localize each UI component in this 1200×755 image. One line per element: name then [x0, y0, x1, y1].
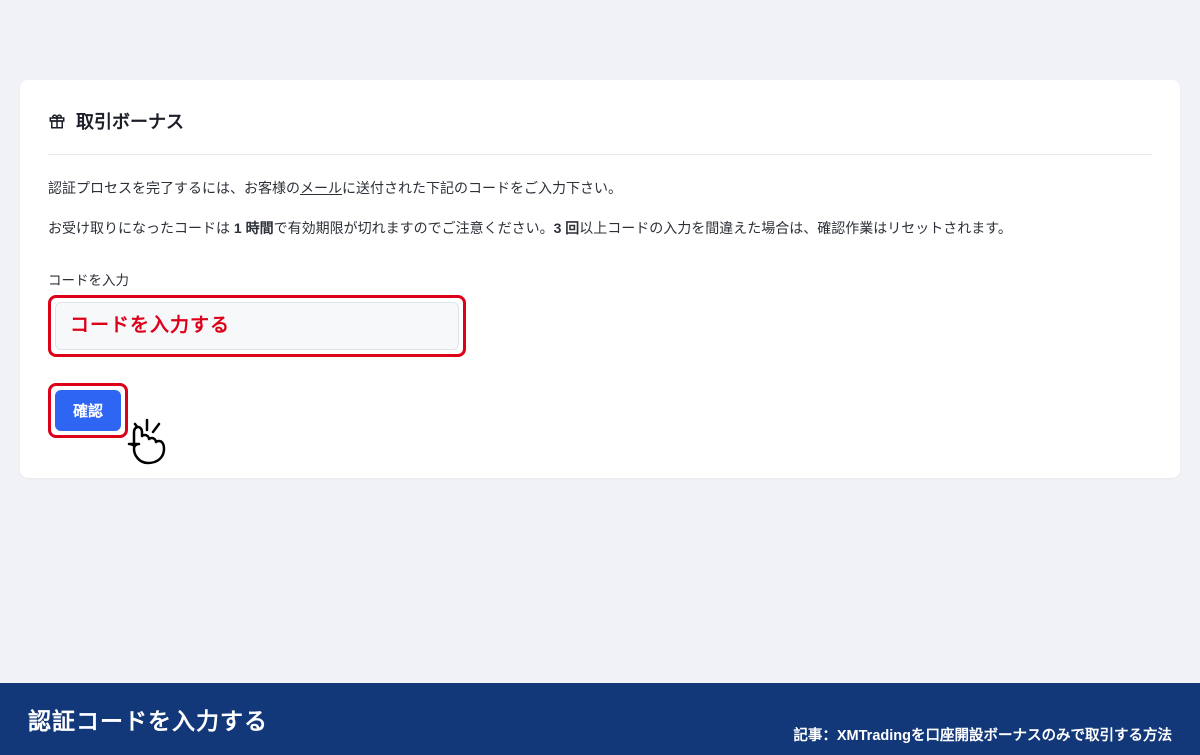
instruction-1-email: メール [300, 180, 342, 196]
code-input[interactable] [55, 302, 459, 350]
pointer-hand-icon [113, 410, 177, 474]
bonus-card: 取引ボーナス 認証プロセスを完了するには、お客様のメールに送付された下記のコード… [20, 80, 1180, 478]
confirm-button-highlight: 確認 [48, 383, 128, 438]
instruction-1-suffix: に送付された下記のコードをご入力下さい。 [342, 180, 622, 196]
instruction-1: 認証プロセスを完了するには、お客様のメールに送付された下記のコードをご入力下さい… [48, 177, 1152, 201]
code-input-highlight [48, 295, 466, 357]
instruction-2-b2: 3 回 [554, 220, 580, 236]
instruction-2: お受け取りになったコードは 1 時間で有効期限が切れますのでご注意ください。3 … [48, 217, 1152, 241]
instruction-2-p2: で有効期限が切れますのでご注意ください。 [274, 220, 554, 236]
footer-subtitle: 記事：XMTradingを口座開設ボーナスのみで取引する方法 [793, 724, 1172, 755]
instruction-2-p1: お受け取りになったコードは [48, 220, 234, 236]
confirm-button[interactable]: 確認 [55, 390, 121, 431]
footer-title: 認証コードを入力する [28, 702, 268, 736]
footer-bar: 認証コードを入力する 記事：XMTradingを口座開設ボーナスのみで取引する方… [0, 683, 1200, 755]
card-header: 取引ボーナス [48, 108, 1152, 155]
card-title: 取引ボーナス [76, 108, 184, 134]
code-input-label: コードを入力 [48, 269, 1152, 289]
instruction-2-p3: 以上コードの入力を間違えた場合は、確認作業はリセットされます。 [579, 220, 1012, 236]
instruction-1-prefix: 認証プロセスを完了するには、お客様の [48, 180, 300, 196]
instruction-2-b1: 1 時間 [234, 220, 274, 236]
gift-icon [48, 112, 66, 130]
